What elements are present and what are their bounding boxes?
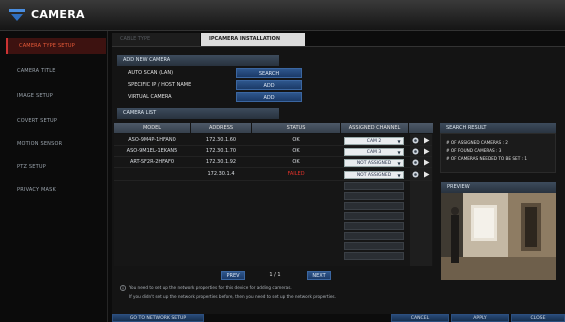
preview-header: PREVIEW <box>441 182 556 193</box>
row2-channel-value: CAM 3 <box>366 150 382 155</box>
row1-address: 172.30.1.60 <box>205 137 237 143</box>
chevron-down-icon: ▼ <box>397 173 401 178</box>
tab-bar: CABLE TYPE IPCAMERA INSTALLATION <box>112 33 442 46</box>
search-button[interactable]: SEARCH <box>236 68 302 78</box>
sidebar-item-covert-setup[interactable]: COVERT SETUP <box>6 113 106 129</box>
column-header-actions <box>409 123 433 133</box>
row3-model: ART-SF2R-2HFAF0 <box>129 159 175 165</box>
info-icon <box>120 285 126 291</box>
network-note-line-2: If you didn't set up the network propert… <box>129 294 336 299</box>
add-specific-ip-button[interactable]: ADD <box>236 80 302 90</box>
row4-model <box>114 170 190 179</box>
row2-status: OK <box>292 148 300 154</box>
camera-preview-image <box>441 193 556 280</box>
row4-channel-select[interactable]: NOT ASSIGNED ▼ <box>344 171 404 179</box>
row2-address: 172.30.1.70 <box>205 148 237 154</box>
row3-address: 172.30.1.92 <box>205 159 237 165</box>
camera-list-header: CAMERA LIST <box>117 108 279 119</box>
next-button[interactable]: NEXT <box>307 271 331 280</box>
empty-channel-select <box>344 242 404 250</box>
refresh-icon[interactable] <box>412 148 419 155</box>
search-result-box: # OF ASSIGNED CAMERAS : 2 # OF FOUND CAM… <box>440 133 556 173</box>
empty-channel-select <box>344 192 404 200</box>
go-to-network-setup-button[interactable]: GO TO NETWORK SETUP <box>112 314 204 322</box>
row2-channel-select[interactable]: CAM 3 ▼ <box>344 148 404 156</box>
column-header-model: MODEL <box>114 123 190 133</box>
play-icon[interactable] <box>423 137 430 144</box>
row4-channel-value: NOT ASSIGNED <box>356 173 392 178</box>
sidebar-item-ptz-setup[interactable]: PTZ SETUP <box>6 159 106 175</box>
row-divider <box>114 156 432 157</box>
tab-cable-type[interactable]: CABLE TYPE <box>112 33 200 46</box>
row3-channel-value: NOT ASSIGNED <box>356 161 392 166</box>
bottom-bar: GO TO NETWORK SETUP CANCEL APPLY CLOSE <box>112 314 565 322</box>
sidebar-item-camera-type-setup[interactable]: CAMERA TYPE SETUP <box>6 38 106 54</box>
row-divider <box>114 167 432 168</box>
row-divider <box>114 145 432 146</box>
play-icon[interactable] <box>423 171 430 178</box>
empty-channel-select <box>344 222 404 230</box>
apply-button[interactable]: APPLY <box>451 314 509 322</box>
refresh-icon[interactable] <box>412 171 419 178</box>
add-virtual-camera-button[interactable]: ADD <box>236 92 302 102</box>
prev-button[interactable]: PREV <box>221 271 245 280</box>
row4-address: 172.30.1.4 <box>207 171 235 177</box>
sidebar-item-image-setup[interactable]: IMAGE SETUP <box>6 88 106 104</box>
row4-status: FAILED <box>287 171 305 177</box>
chevron-down-icon: ▼ <box>397 150 401 155</box>
close-button[interactable]: CLOSE <box>511 314 565 322</box>
specific-ip-label: SPECIFIC IP / HOST NAME <box>128 82 192 88</box>
cancel-button[interactable]: CANCEL <box>391 314 449 322</box>
empty-channel-select <box>344 252 404 260</box>
play-icon[interactable] <box>423 148 430 155</box>
network-note-line-1: You need to set up the network propertie… <box>129 285 292 290</box>
found-cameras-count: # OF FOUND CAMERAS : 3 <box>446 148 502 153</box>
column-header-status: STATUS <box>252 123 340 133</box>
row-divider <box>114 180 432 181</box>
sidebar-item-privacy-mask[interactable]: PRIVACY MASK <box>6 182 106 198</box>
refresh-icon[interactable] <box>412 137 419 144</box>
cameras-needed-count: # OF CAMERAS NEEDED TO BE SET : 1 <box>446 156 527 161</box>
empty-channel-select <box>344 202 404 210</box>
refresh-icon[interactable] <box>412 159 419 166</box>
sidebar-item-motion-sensor[interactable]: MOTION SENSOR <box>6 136 106 152</box>
column-header-address: ADDRESS <box>191 123 251 133</box>
empty-channel-select <box>344 212 404 220</box>
row1-status: OK <box>292 137 300 143</box>
column-header-assigned-channel: ASSIGNED CHANNEL <box>341 123 408 133</box>
row1-model: ASO-9M4P-1HFAN0 <box>128 137 176 143</box>
row1-channel-select[interactable]: CAM 2 ▼ <box>344 137 404 145</box>
chevron-down-icon: ▼ <box>397 161 401 166</box>
empty-channel-select <box>344 232 404 240</box>
title-bar: CAMERA <box>0 0 565 31</box>
auto-scan-label: AUTO SCAN (LAN) <box>128 70 174 76</box>
add-new-camera-header: ADD NEW CAMERA <box>117 55 279 66</box>
camera-menu-icon <box>9 9 25 21</box>
tab-ipcamera-installation[interactable]: IPCAMERA INSTALLATION <box>201 33 305 46</box>
play-icon[interactable] <box>423 159 430 166</box>
page-indicator: 1 / 1 <box>269 272 281 278</box>
room-scene-image <box>441 193 556 280</box>
sidebar-item-camera-title[interactable]: CAMERA TITLE <box>6 63 106 79</box>
window-title: CAMERA <box>31 8 85 21</box>
chevron-down-icon: ▼ <box>397 139 401 144</box>
row3-status: OK <box>292 159 300 165</box>
row1-channel-value: CAM 2 <box>366 139 382 144</box>
row3-channel-select[interactable]: NOT ASSIGNED ▼ <box>344 159 404 167</box>
row2-model: ASO-9M1EL-1EKAN5 <box>126 148 178 154</box>
sidebar: CAMERA TYPE SETUP CAMERA TITLE IMAGE SET… <box>0 31 108 322</box>
virtual-camera-label: VIRTUAL CAMERA <box>128 94 172 100</box>
assigned-cameras-count: # OF ASSIGNED CAMERAS : 2 <box>446 140 508 145</box>
empty-channel-select <box>344 182 404 190</box>
